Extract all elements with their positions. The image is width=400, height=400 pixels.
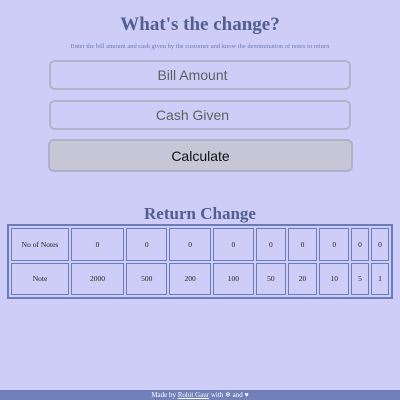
return-change-title: Return Change xyxy=(144,204,256,223)
cash-given-input[interactable] xyxy=(49,100,351,130)
calculate-button[interactable]: Calculate xyxy=(48,139,353,172)
note-value-cell: 1 xyxy=(370,262,389,295)
note-value-cell: 100 xyxy=(212,262,255,295)
table-row-note: Note 2000 500 200 100 50 20 10 5 1 xyxy=(11,262,389,295)
page-title: What's the change? xyxy=(120,14,280,35)
footer-prefix: Made by xyxy=(151,391,177,399)
notes-count-cell: 0 xyxy=(212,228,255,261)
row-header-no-of-notes: No of Notes xyxy=(11,228,69,261)
notes-count-cell: 0 xyxy=(351,228,369,261)
notes-count-cell: 0 xyxy=(126,228,168,261)
note-value-cell: 50 xyxy=(256,262,286,295)
notes-count-cell: 0 xyxy=(287,228,318,261)
page-subtitle: Enter the bill amount and cash given by … xyxy=(70,43,330,50)
return-change-table: No of Notes 0 0 0 0 0 0 0 0 0 Note 2000 … xyxy=(7,224,393,299)
page: What's the change? Enter the bill amount… xyxy=(0,0,400,400)
note-value-cell: 200 xyxy=(169,262,211,295)
footer-with: with xyxy=(210,391,224,399)
note-value-cell: 20 xyxy=(287,262,318,295)
note-value-cell: 5 xyxy=(351,262,369,295)
footer-and: and xyxy=(232,391,243,399)
notes-count-cell: 0 xyxy=(256,228,286,261)
bill-amount-input[interactable] xyxy=(49,60,351,90)
table-row-no-of-notes: No of Notes 0 0 0 0 0 0 0 0 0 xyxy=(11,228,389,261)
notes-count-cell: 0 xyxy=(319,228,350,261)
footer: Made by Rohit Gaur with ❄ and ♥ xyxy=(0,390,400,400)
notes-count-cell: 0 xyxy=(71,228,125,261)
notes-count-cell: 0 xyxy=(169,228,211,261)
note-value-cell: 500 xyxy=(126,262,168,295)
note-value-cell: 2000 xyxy=(71,262,125,295)
note-value-cell: 10 xyxy=(319,262,350,295)
row-header-note: Note xyxy=(11,262,69,295)
snowflake-icon: ❄ xyxy=(225,391,231,399)
notes-count-cell: 0 xyxy=(370,228,389,261)
heart-icon: ♥ xyxy=(244,391,249,399)
author-link[interactable]: Rohit Gaur xyxy=(178,391,209,399)
